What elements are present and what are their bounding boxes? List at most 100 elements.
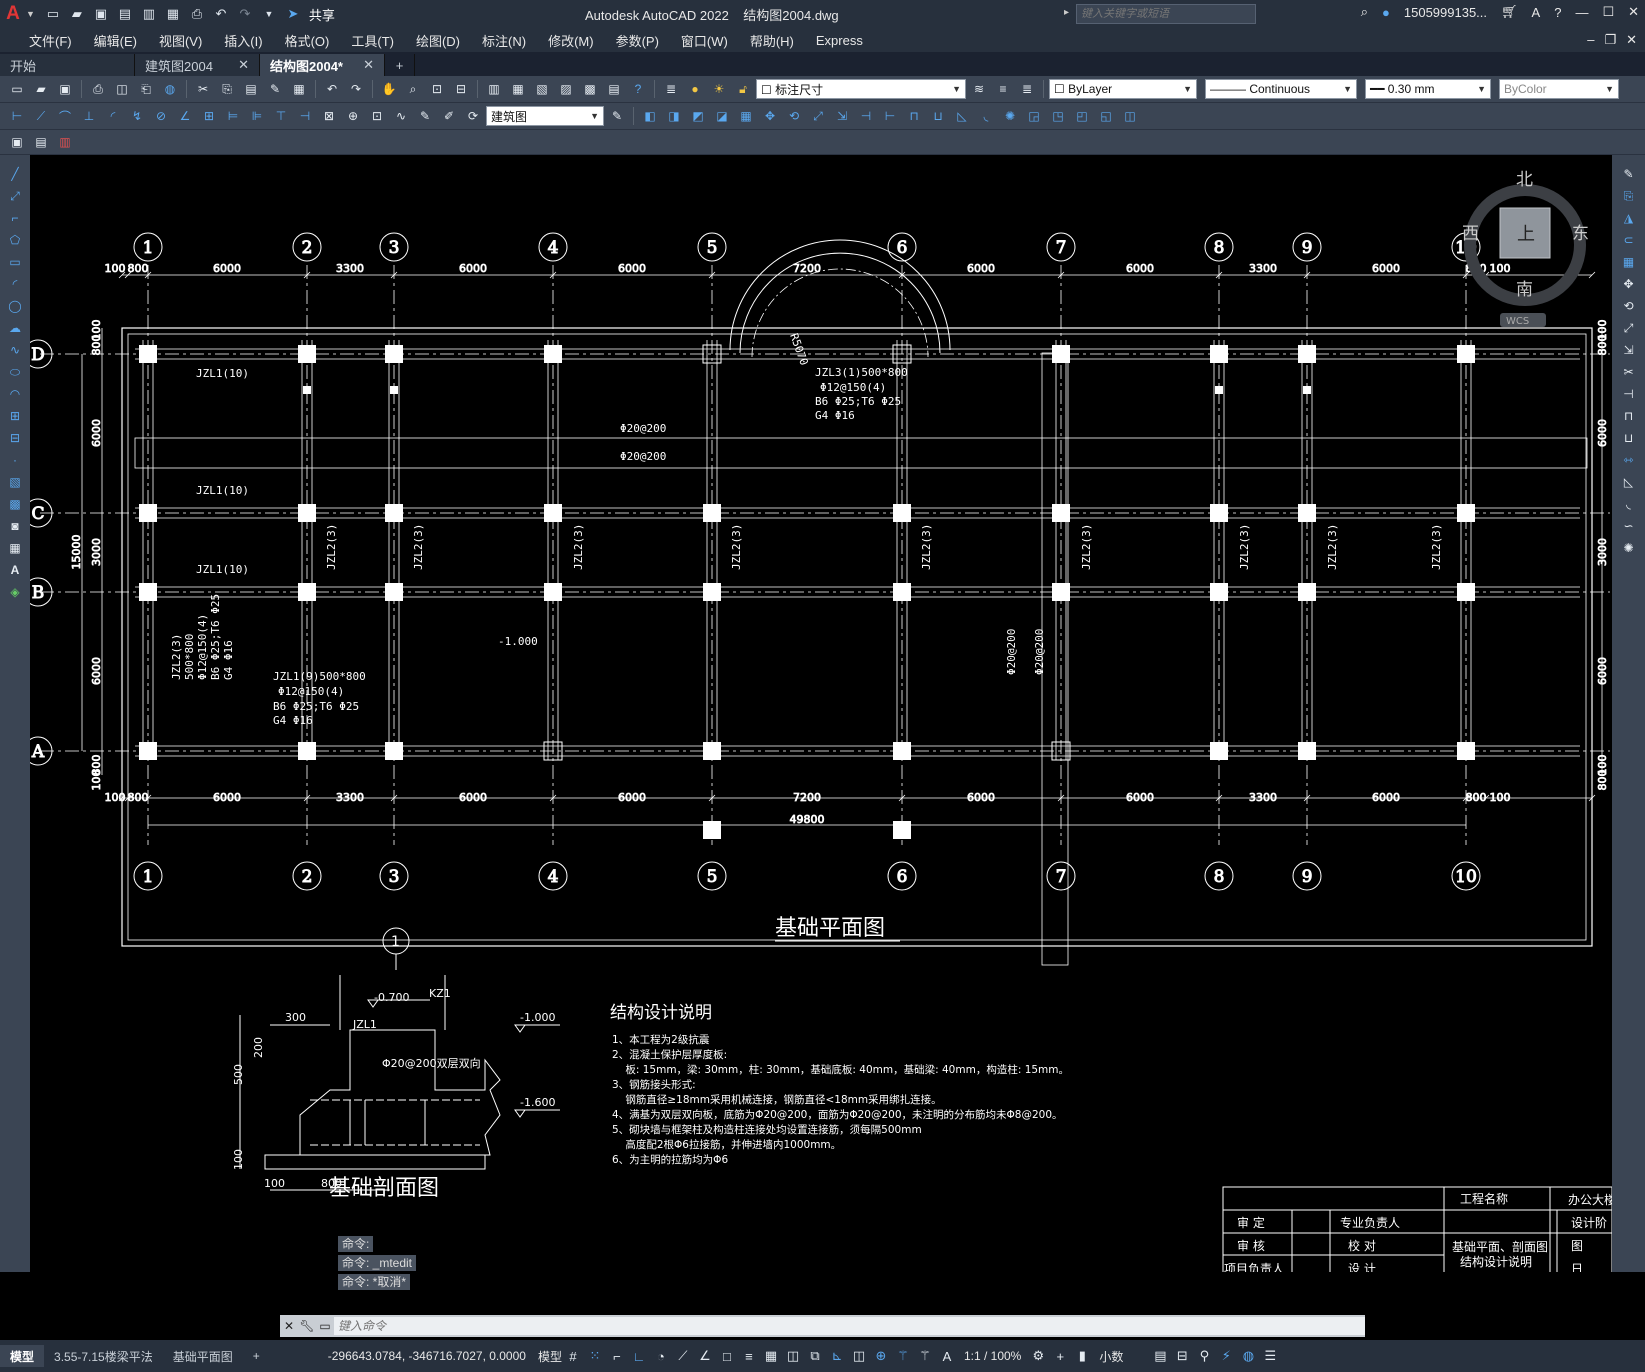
erase-icon[interactable]: ◧ (639, 106, 661, 126)
offset-icon[interactable]: ◪ (711, 106, 733, 126)
paste-icon[interactable]: ▤ (240, 79, 262, 99)
zoom-window-icon[interactable]: ⊡ (426, 79, 448, 99)
save-web-icon[interactable]: ▦ (163, 5, 183, 23)
dim-diameter-icon[interactable]: ⊘ (150, 106, 172, 126)
image-icon[interactable]: ▤ (30, 132, 52, 152)
explode-icon[interactable]: ✺ (999, 106, 1021, 126)
command-prompt-icon[interactable]: ▭ (316, 1319, 334, 1333)
web-publish-icon[interactable]: ◍ (159, 79, 181, 99)
plotstyle-select[interactable]: ByColor ▼ (1499, 79, 1619, 99)
arc-icon[interactable]: ◜ (5, 275, 25, 293)
pan-icon[interactable]: ✋ (378, 79, 400, 99)
ellipse-icon[interactable]: ⬭ (5, 363, 25, 381)
polar-icon[interactable]: ◔ (650, 1345, 672, 1367)
copy-icon[interactable]: ⎘ (216, 79, 238, 99)
isodraft-icon[interactable]: ⟋ (672, 1345, 694, 1367)
command-input[interactable] (334, 1317, 1365, 1335)
stretch-icon[interactable]: ⇲ (1619, 341, 1639, 359)
move-icon[interactable]: ✥ (1619, 275, 1639, 293)
dim-continue-icon[interactable]: ⊫ (246, 106, 268, 126)
dim-break-icon[interactable]: ⊣ (294, 106, 316, 126)
osnap-tracking-icon[interactable]: ∠ (694, 1345, 716, 1367)
doc-close-icon[interactable]: ✕ (1626, 32, 1637, 48)
rotate-icon[interactable]: ⟲ (783, 106, 805, 126)
viewcube[interactable]: 上 北 南 东 西 WCS (1462, 170, 1589, 327)
layer-states-icon[interactable]: ≣ (1016, 79, 1038, 99)
viewcube-south-label[interactable]: 南 (1516, 280, 1533, 300)
menu-format[interactable]: 格式(O) (274, 31, 341, 50)
app-menu-chevron-icon[interactable]: ▼ (26, 9, 35, 19)
ellipse-arc-icon[interactable]: ◠ (5, 385, 25, 403)
make-block-icon[interactable]: ⊟ (5, 429, 25, 447)
undo-icon[interactable]: ↶ (321, 79, 343, 99)
osnap-icon[interactable]: □ (716, 1345, 738, 1367)
select-similar-icon[interactable]: ◱ (1095, 106, 1117, 126)
raster-icon[interactable]: ▥ (54, 132, 76, 152)
open-file-icon[interactable]: ▰ (67, 5, 87, 23)
save-icon[interactable]: ▣ (91, 5, 111, 23)
extend-icon[interactable]: ⊣ (1619, 385, 1639, 403)
tab-start[interactable]: 开始 (0, 54, 135, 76)
layout-tab-foundation[interactable]: 基础平面图 (162, 1345, 243, 1367)
sheet-set-icon[interactable]: ▨ (555, 79, 577, 99)
make-current-icon[interactable]: ≋ (968, 79, 990, 99)
blend-icon[interactable]: ∽ (1619, 517, 1639, 535)
layout-tab-model[interactable]: 模型 (0, 1345, 45, 1367)
close-command-icon[interactable]: ✕ (280, 1319, 298, 1333)
copy-icon[interactable]: ⎘ (1619, 187, 1639, 205)
units-icon[interactable]: ▮ (1071, 1345, 1093, 1367)
wcs-menu[interactable]: WCS (1506, 316, 1529, 327)
search-expand-icon[interactable]: ▸ (1064, 7, 1069, 18)
add-layout-button[interactable]: + (242, 1345, 270, 1367)
trim-icon[interactable]: ✂ (1619, 363, 1639, 381)
markup-icon[interactable]: ▩ (579, 79, 601, 99)
match-prop-icon[interactable]: ✎ (264, 79, 286, 99)
viewcube-top-label[interactable]: 上 (1517, 224, 1535, 245)
revcloud-icon[interactable]: ☁ (5, 319, 25, 337)
snap-icon[interactable]: ⁙ (584, 1345, 606, 1367)
isolate-icon[interactable]: ⚲ (1193, 1345, 1215, 1367)
close-icon[interactable]: ✕ (1628, 4, 1639, 20)
layer-previous-icon[interactable]: ≡ (992, 79, 1014, 99)
new-tab-button[interactable]: + (385, 54, 415, 76)
scale-icon[interactable]: ⤢ (807, 106, 829, 126)
lineweight-select[interactable]: ━━ 0.30 mm ▼ (1365, 79, 1491, 99)
selection-filter-icon[interactable]: ◫ (848, 1345, 870, 1367)
table-icon[interactable]: ▦ (5, 539, 25, 557)
scale-icon[interactable]: ⤢ (1619, 319, 1639, 337)
spline-icon[interactable]: ∿ (5, 341, 25, 359)
linetype-select[interactable]: ——— Continuous ▼ (1205, 79, 1357, 99)
fillet-icon[interactable]: ◟ (975, 106, 997, 126)
fillet-icon[interactable]: ◟ (1619, 495, 1639, 513)
dim-space-icon[interactable]: ⊤ (270, 106, 292, 126)
plot-preview-icon[interactable]: ◫ (111, 79, 133, 99)
rotate-icon[interactable]: ⟲ (1619, 297, 1639, 315)
offset-icon[interactable]: ⊂ (1619, 231, 1639, 249)
ungroup-icon[interactable]: ◰ (1071, 106, 1093, 126)
help-icon[interactable]: ? (1554, 5, 1561, 20)
search-input[interactable] (1076, 4, 1256, 24)
menu-tools[interactable]: 工具(T) (340, 31, 405, 50)
grid-icon[interactable]: # (562, 1345, 584, 1367)
draworder-icon[interactable]: ◲ (1023, 106, 1045, 126)
add-selected-icon[interactable]: ◈ (5, 583, 25, 601)
dim-style-select[interactable]: 建筑图 ▼ (486, 106, 604, 126)
gizmo-icon[interactable]: ⊕ (870, 1345, 892, 1367)
annotation-scale-value[interactable]: 1:1 / 100% (964, 1349, 1021, 1363)
publish-icon[interactable]: ⎗ (135, 79, 157, 99)
workspace-gear-icon[interactable]: ⚙ (1027, 1345, 1049, 1367)
open-web-icon[interactable]: ▥ (139, 5, 159, 23)
dim-update-icon[interactable]: ⟳ (462, 106, 484, 126)
new-file-icon[interactable]: ▭ (43, 5, 63, 23)
quick-properties-icon[interactable]: ▤ (1149, 1345, 1171, 1367)
inspect-icon[interactable]: ⊡ (366, 106, 388, 126)
customize-chevron-icon[interactable]: ▼ (259, 5, 279, 23)
break-point-icon[interactable]: ⊓ (1619, 407, 1639, 425)
tab-arch-drawing[interactable]: 建筑图2004 ✕ (135, 54, 260, 76)
menu-parametric[interactable]: 参数(P) (605, 31, 670, 50)
annotation-scale-icon[interactable]: A (936, 1345, 958, 1367)
stretch-icon[interactable]: ⇲ (831, 106, 853, 126)
point-icon[interactable]: · (5, 451, 25, 469)
menu-draw[interactable]: 绘图(D) (405, 31, 471, 50)
menu-file[interactable]: 文件(F) (18, 31, 83, 50)
